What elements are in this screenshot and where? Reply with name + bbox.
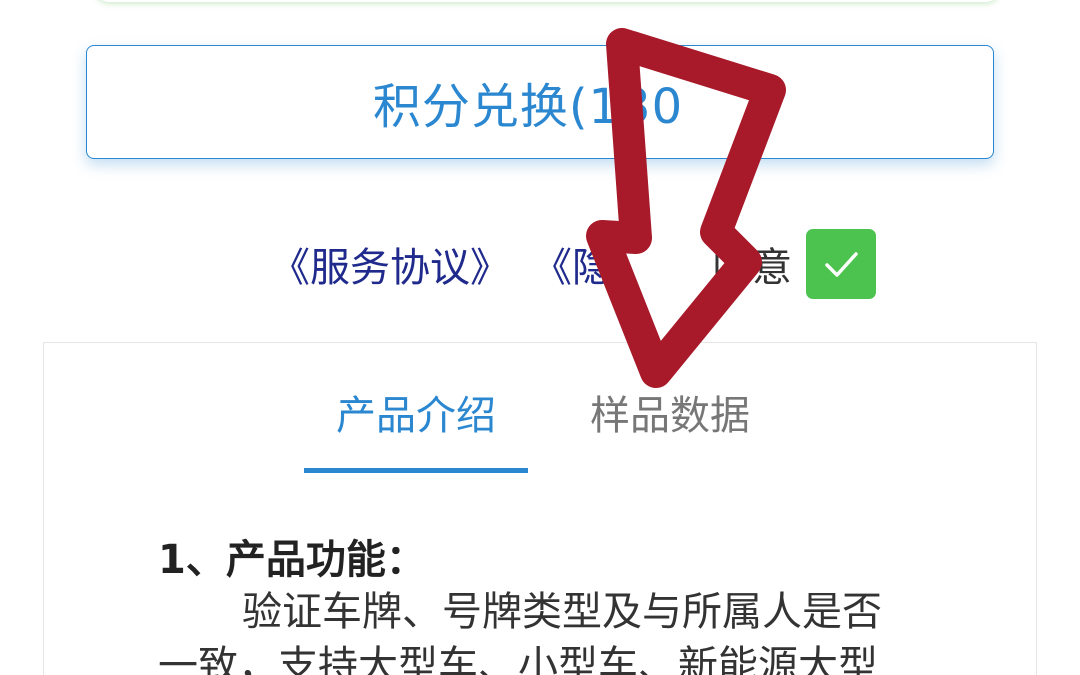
points-redeem-button[interactable]: 积分兑换(130 (86, 45, 994, 159)
page: 积分兑换(130 《服务协议》 《隐 同意 产品介绍 样品数据 1、产品功能： … (0, 0, 1080, 675)
tab-sample-data-label: 样品数据 (590, 393, 750, 439)
agreement-row: 《服务协议》 《隐 同意 (270, 228, 876, 300)
agree-checkbox[interactable] (806, 229, 876, 299)
service-agreement-link[interactable]: 《服务协议》 (270, 235, 510, 293)
checkmark-icon (825, 252, 858, 277)
agree-label: 同意 (712, 245, 792, 291)
tab-sample-data[interactable]: 样品数据 (558, 383, 782, 473)
tab-bar: 产品介绍 样品数据 (304, 383, 782, 473)
points-redeem-label: 积分兑换(130 (372, 79, 684, 135)
product-info-card: 产品介绍 样品数据 1、产品功能： 验证车牌、号牌类型及与所属人是否一致，支持大… (43, 342, 1037, 675)
tab-product-intro[interactable]: 产品介绍 (304, 383, 528, 473)
tab-product-intro-label: 产品介绍 (336, 393, 496, 439)
section-heading: 1、产品功能： (158, 537, 426, 583)
section-body: 验证车牌、号牌类型及与所属人是否一致，支持大型车、小型车、新能源大型 (158, 589, 882, 675)
previous-section-edge (95, 0, 1000, 2)
privacy-policy-link[interactable]: 《隐 (532, 235, 612, 293)
